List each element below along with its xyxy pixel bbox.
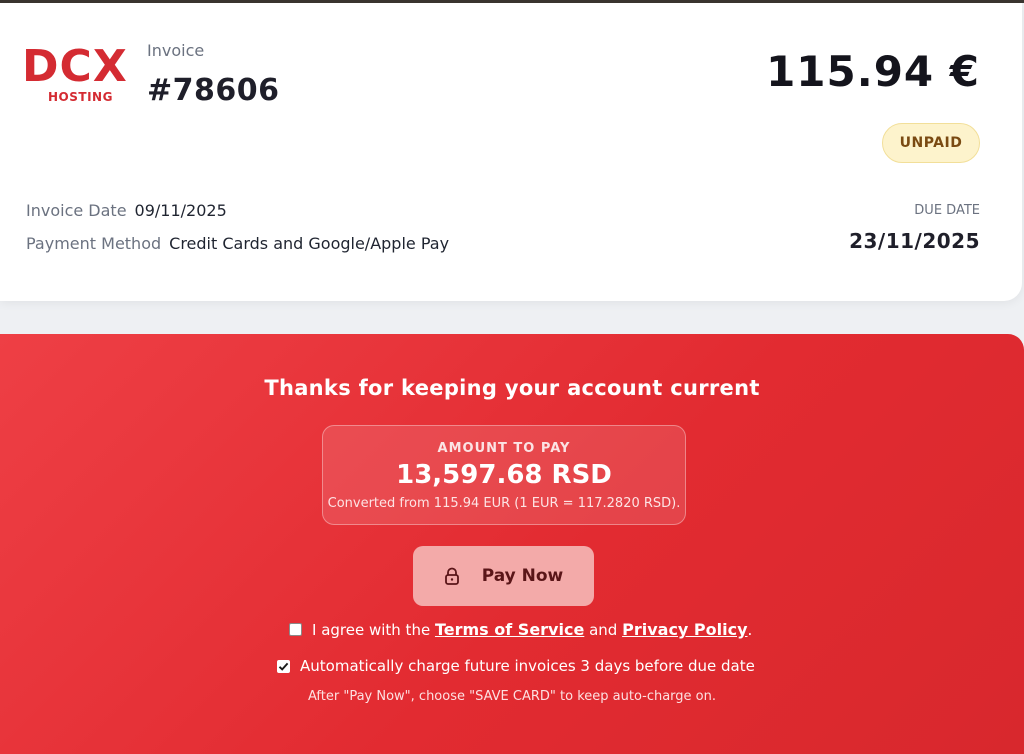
invoice-total: 115.94 €	[766, 47, 980, 96]
check-icon	[278, 662, 289, 671]
lock-icon	[444, 567, 460, 585]
auto-charge-row: Automatically charge future invoices 3 d…	[277, 657, 755, 675]
privacy-policy-link[interactable]: Privacy Policy	[622, 620, 747, 639]
due-date-label: DUE DATE	[914, 203, 980, 218]
agree-suffix: .	[747, 620, 753, 639]
amount-label: AMOUNT TO PAY	[437, 441, 571, 456]
invoice-label: Invoice	[147, 41, 205, 60]
auto-charge-checkbox[interactable]	[277, 659, 290, 673]
logo-wordmark: DCX	[22, 41, 128, 92]
dcx-hosting-logo: DCX HOSTING	[22, 43, 134, 107]
invoice-date-label: Invoice Date	[26, 201, 127, 220]
due-date-value: 23/11/2025	[849, 229, 980, 253]
amount-to-pay-box: AMOUNT TO PAY 13,597.68 RSD Converted fr…	[322, 425, 686, 525]
terms-agreement-row: I agree with the Terms of Service and Pr…	[289, 620, 752, 639]
logo-subtitle: HOSTING	[48, 90, 113, 104]
payment-method-label: Payment Method	[26, 234, 162, 253]
invoice-date-row: Invoice Date 09/11/2025	[26, 201, 227, 220]
pay-now-button[interactable]: Pay Now	[413, 546, 594, 606]
payment-method-row: Payment Method Credit Cards and Google/Ap…	[26, 234, 449, 253]
agree-and: and	[589, 620, 618, 639]
invoice-number: #78606	[147, 73, 280, 108]
status-badge: UNPAID	[882, 123, 980, 163]
conversion-note: Converted from 115.94 EUR (1 EUR = 117.2…	[327, 496, 681, 511]
thanks-heading: Thanks for keeping your account current	[264, 376, 760, 400]
pay-now-label: Pay Now	[481, 566, 564, 586]
auto-charge-label: Automatically charge future invoices 3 d…	[300, 657, 755, 675]
amount-value: 13,597.68 RSD	[396, 460, 612, 490]
agree-prefix: I agree with the	[312, 620, 431, 639]
invoice-header-card: DCX HOSTING Invoice #78606 115.94 € UNPA…	[0, 3, 1022, 301]
save-card-hint: After "Pay Now", choose "SAVE CARD" to k…	[307, 689, 717, 704]
payment-method-value: Credit Cards and Google/Apple Pay	[169, 234, 450, 253]
terms-of-service-link[interactable]: Terms of Service	[435, 620, 584, 639]
terms-checkbox[interactable]	[289, 623, 302, 636]
invoice-date-value: 09/11/2025	[134, 201, 227, 220]
